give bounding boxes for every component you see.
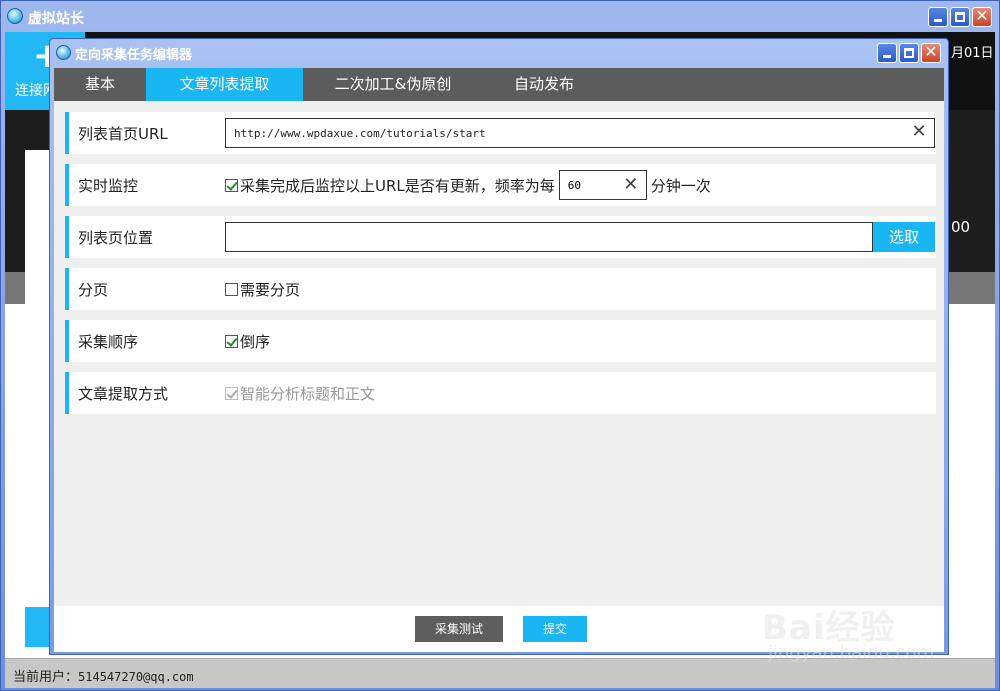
- monitor-label: 实时监控: [78, 177, 139, 195]
- pick-button[interactable]: 选取: [873, 222, 935, 252]
- tab-article-list[interactable]: 文章列表提取: [146, 68, 303, 101]
- row-list-position: 列表页位置 选取: [65, 216, 936, 258]
- status-label-text: 当前用户：: [13, 670, 79, 685]
- order-label: 采集顺序: [78, 333, 139, 351]
- paging-label: 分页: [78, 281, 109, 299]
- paging-checkbox[interactable]: [225, 282, 238, 296]
- tab-rewrite[interactable]: 二次加工&伪原创: [303, 68, 483, 101]
- extract-method-label: 文章提取方式: [78, 385, 169, 403]
- order-control: 倒序: [225, 320, 270, 362]
- tab-basic[interactable]: 基本: [54, 68, 146, 101]
- minimize-icon: [883, 55, 891, 58]
- close-icon: ✕: [975, 6, 989, 25]
- status-bar: 当前用户：514547270@qq.com: [5, 658, 995, 688]
- dialog-minimize-button[interactable]: [877, 43, 897, 63]
- close-icon: ✕: [924, 42, 938, 61]
- frequency-unit: 分钟一次: [650, 176, 711, 195]
- paging-text[interactable]: 需要分页: [240, 279, 300, 300]
- row-order: 采集顺序 倒序: [65, 320, 936, 362]
- monitor-control: 采集完成后监控以上URL是否有更新，频率为每 ✕ 分钟一次: [225, 164, 711, 206]
- dialog-window-controls: ✕: [877, 42, 941, 63]
- task-editor-dialog: 定向采集任务编辑器 ✕ 基本 文章列表提取 二次加工&伪原创 自动发布 列表首页…: [49, 38, 949, 655]
- dialog-maximize-button[interactable]: [899, 43, 919, 63]
- submit-button[interactable]: 提交: [523, 616, 587, 642]
- order-checkbox[interactable]: [225, 334, 238, 348]
- dialog-footer: 采集测试 提交: [54, 606, 944, 652]
- extract-method-checkbox: [225, 386, 238, 400]
- clear-url-icon[interactable]: ✕: [905, 118, 933, 148]
- row-paging: 分页 需要分页: [65, 268, 936, 310]
- monitor-checkbox[interactable]: [225, 178, 238, 192]
- order-text[interactable]: 倒序: [240, 331, 270, 352]
- tab-auto-publish[interactable]: 自动发布: [483, 68, 605, 101]
- main-window-title: 虚拟站长: [28, 11, 84, 27]
- dialog-close-button[interactable]: ✕: [921, 42, 941, 63]
- dialog-client-area: 基本 文章列表提取 二次加工&伪原创 自动发布 列表首页URL ✕ 实时监控 采…: [54, 68, 944, 652]
- maximize-icon: [904, 48, 914, 58]
- main-minimize-button[interactable]: [928, 7, 948, 27]
- extract-method-control: 智能分析标题和正文: [225, 372, 375, 414]
- row-extract-method: 文章提取方式 智能分析标题和正文: [65, 372, 936, 414]
- clear-frequency-icon[interactable]: ✕: [620, 171, 642, 199]
- app-logo-icon: [7, 8, 23, 24]
- dialog-title: 定向采集任务编辑器: [75, 48, 193, 63]
- current-site-label[interactable]: 前站点: [951, 520, 987, 537]
- row-monitor: 实时监控 采集完成后监控以上URL是否有更新，频率为每 ✕ 分钟一次: [65, 164, 936, 206]
- list-position-label: 列表页位置: [78, 229, 154, 247]
- status-user-email: 514547270@qq.com: [78, 670, 194, 684]
- dialog-logo-icon: [56, 45, 71, 60]
- main-window-controls: ✕: [928, 6, 992, 27]
- main-maximize-button[interactable]: [950, 7, 970, 27]
- frequency-input[interactable]: [559, 171, 620, 199]
- frequency-field[interactable]: ✕: [558, 170, 647, 200]
- status-user-label: 当前用户：514547270@qq.com: [13, 666, 194, 685]
- list-url-input[interactable]: [225, 118, 935, 148]
- date-text: 月01日: [951, 46, 994, 61]
- main-close-button[interactable]: ✕: [972, 6, 992, 27]
- list-url-label: 列表首页URL: [78, 125, 168, 143]
- minimize-icon: [934, 19, 942, 22]
- collect-test-button[interactable]: 采集测试: [415, 616, 503, 642]
- stat-number: 00: [951, 218, 971, 236]
- main-titlebar[interactable]: 虚拟站长 ✕: [1, 1, 999, 33]
- extract-method-text: 智能分析标题和正文: [240, 384, 376, 403]
- paging-control: 需要分页: [225, 268, 300, 310]
- monitor-text: 采集完成后监控以上URL是否有更新，频率为每: [240, 176, 555, 195]
- tab-bar: 基本 文章列表提取 二次加工&伪原创 自动发布: [54, 68, 944, 101]
- list-position-input[interactable]: [225, 222, 873, 252]
- row-list-url: 列表首页URL ✕: [65, 112, 936, 154]
- maximize-icon: [955, 12, 965, 22]
